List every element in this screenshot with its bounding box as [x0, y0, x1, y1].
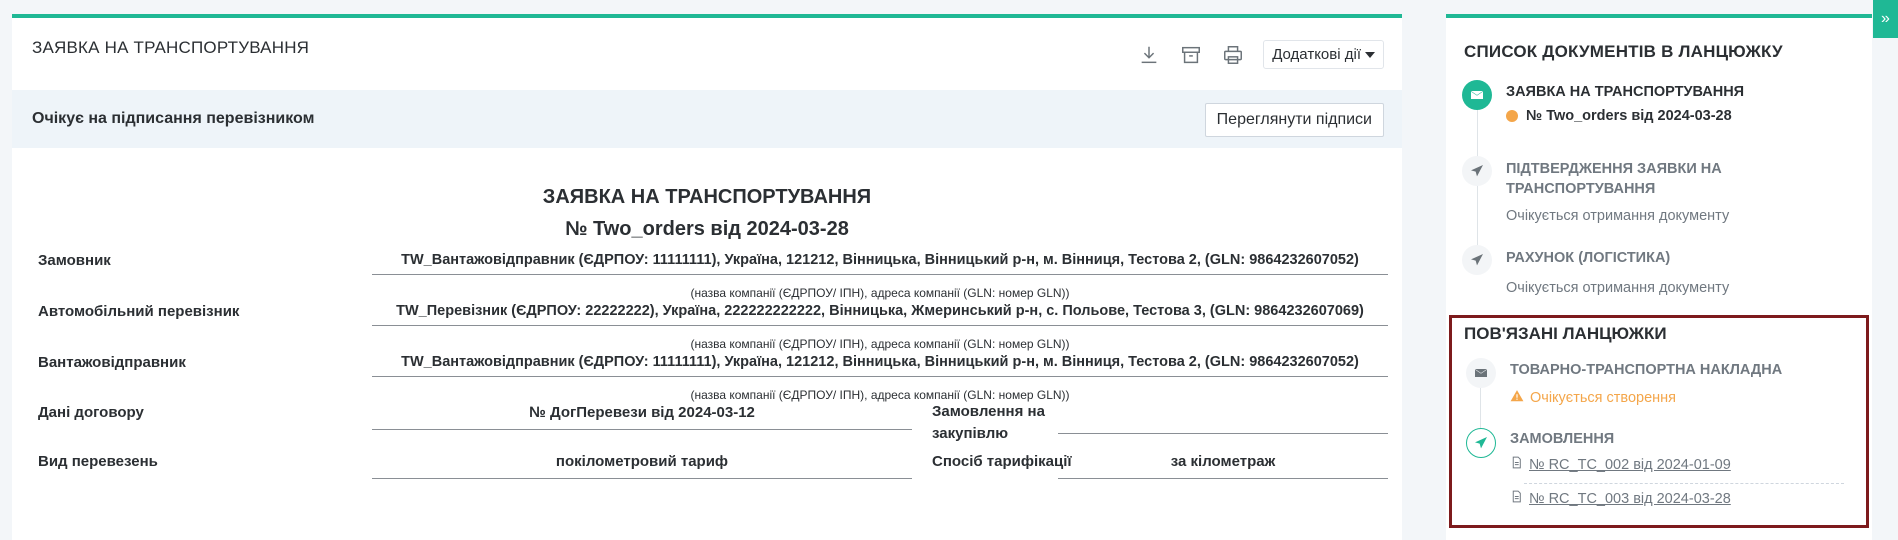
customer-hint: (назва компанії (ЄДРПОУ/ ІПН), адреса ко… — [690, 286, 1070, 300]
purchase-order-label-line1: Замовлення на — [932, 403, 1045, 420]
document-icon — [1510, 490, 1523, 507]
document-header: ЗАЯВКА НА ТРАНСПОРТУВАННЯ Додаткові дії — [12, 14, 1402, 90]
divider — [1524, 483, 1844, 484]
carrier-label: Автомобільний перевізник — [38, 303, 240, 320]
chain-item-transport-request[interactable]: ЗАЯВКА НА ТРАНСПОРТУВАННЯ — [1506, 82, 1836, 102]
status-bar: Очікує на підписання перевізником Перегл… — [12, 90, 1402, 148]
shipper-label: Вантажовідправник — [38, 354, 186, 371]
purchase-order-label-line2: закупівлю — [932, 425, 1009, 442]
send-icon — [1466, 428, 1496, 458]
warning-icon — [1510, 389, 1524, 407]
related-item-order: ЗАМОВЛЕННЯ — [1510, 431, 1615, 447]
chain-item-invoice-status: Очікується отримання документу — [1506, 280, 1730, 296]
waybill-warning-text: Очікується створення — [1530, 390, 1677, 406]
chain-item-invoice: РАХУНОК (ЛОГІСТИКА) — [1506, 250, 1671, 266]
chain-item-transport-request-doc[interactable]: № Two_orders від 2024-03-28 — [1506, 108, 1732, 124]
transport-type-value: покілометровий тариф — [372, 453, 912, 479]
contract-value: № ДогПеревези від 2024-03-12 — [372, 404, 912, 430]
chain-title: СПИСОК ДОКУМЕНТІВ В ЛАНЦЮЖКУ — [1464, 42, 1783, 61]
chain-item-request-confirmation-line2: ТРАНСПОРТУВАННЯ — [1506, 181, 1656, 197]
chain-item-request-confirmation-status: Очікується отримання документу — [1506, 208, 1730, 224]
related-chains-title: ПОВ'ЯЗАНІ ЛАНЦЮЖКИ — [1464, 324, 1667, 343]
view-signatures-button[interactable]: Переглянути підписи — [1204, 103, 1384, 137]
additional-actions-dropdown[interactable]: Додаткові дії — [1263, 40, 1384, 69]
billing-method-value: за кілометраж — [1058, 453, 1388, 479]
carrier-value: TW_Перевізник (ЄДРПОУ: 22222222), Україн… — [372, 303, 1388, 326]
purchase-order-label: Замовлення на закупівлю — [932, 401, 1045, 445]
chain-doc-number: № Two_orders від 2024-03-28 — [1526, 108, 1732, 124]
order-link-2[interactable]: № RC_TC_003 від 2024-03-28 — [1510, 490, 1731, 507]
customer-value: TW_Вантажовідправник (ЄДРПОУ: 11111111),… — [372, 252, 1388, 275]
send-icon — [1462, 245, 1492, 275]
toolbar: Додаткові дії — [1137, 40, 1384, 69]
additional-actions-label: Додаткові дії — [1272, 46, 1361, 63]
document-number: № Two_orders від 2024-03-28 — [565, 218, 849, 240]
carrier-hint: (назва компанії (ЄДРПОУ/ ІПН), адреса ко… — [690, 337, 1070, 351]
related-chains-panel: ПОВ'ЯЗАНІ ЛАНЦЮЖКИ ТОВАРНО-ТРАНСПОРТНА Н… — [1449, 315, 1869, 528]
envelope-icon — [1466, 358, 1496, 388]
shipper-value: TW_Вантажовідправник (ЄДРПОУ: 11111111),… — [372, 354, 1388, 377]
shipper-hint: (назва компанії (ЄДРПОУ/ ІПН), адреса ко… — [690, 388, 1070, 402]
contract-label: Дані договору — [38, 404, 144, 421]
order-link-1-text: № RC_TC_002 від 2024-01-09 — [1529, 456, 1731, 473]
customer-label: Замовник — [38, 252, 111, 269]
purchase-order-value — [1058, 404, 1388, 434]
status-dot-icon — [1506, 110, 1518, 122]
document-title: ЗАЯВКА НА ТРАНСПОРТУВАННЯ — [542, 186, 872, 208]
collapse-panel-button[interactable]: » — [1873, 0, 1898, 38]
transport-type-label: Вид перевезень — [38, 453, 158, 470]
billing-method-label: Спосіб тарифікації — [932, 453, 1072, 470]
archive-icon[interactable] — [1179, 43, 1203, 67]
related-item-waybill: ТОВАРНО-ТРАНСПОРТНА НАКЛАДНА — [1510, 362, 1783, 378]
document-icon — [1510, 456, 1523, 473]
chain-item-request-confirmation: ПІДТВЕРДЖЕННЯ ЗАЯВКИ НА ТРАНСПОРТУВАННЯ — [1506, 159, 1836, 199]
order-link-1[interactable]: № RC_TC_002 від 2024-01-09 — [1510, 456, 1731, 473]
chevron-down-icon — [1365, 51, 1375, 58]
document-body: ЗАЯВКА НА ТРАНСПОРТУВАННЯ № Two_orders в… — [12, 148, 1402, 540]
envelope-icon — [1462, 80, 1492, 110]
page-title: ЗАЯВКА НА ТРАНСПОРТУВАННЯ — [32, 38, 310, 57]
send-icon — [1462, 156, 1492, 186]
download-icon[interactable] — [1137, 43, 1161, 67]
print-icon[interactable] — [1221, 43, 1245, 67]
chain-item-request-confirmation-line1: ПІДТВЕРДЖЕННЯ ЗАЯВКИ НА — [1506, 161, 1722, 177]
status-text: Очікує на підписання перевізником — [32, 110, 315, 127]
order-link-2-text: № RC_TC_003 від 2024-03-28 — [1529, 490, 1731, 507]
related-item-waybill-status: Очікується створення — [1510, 389, 1676, 407]
